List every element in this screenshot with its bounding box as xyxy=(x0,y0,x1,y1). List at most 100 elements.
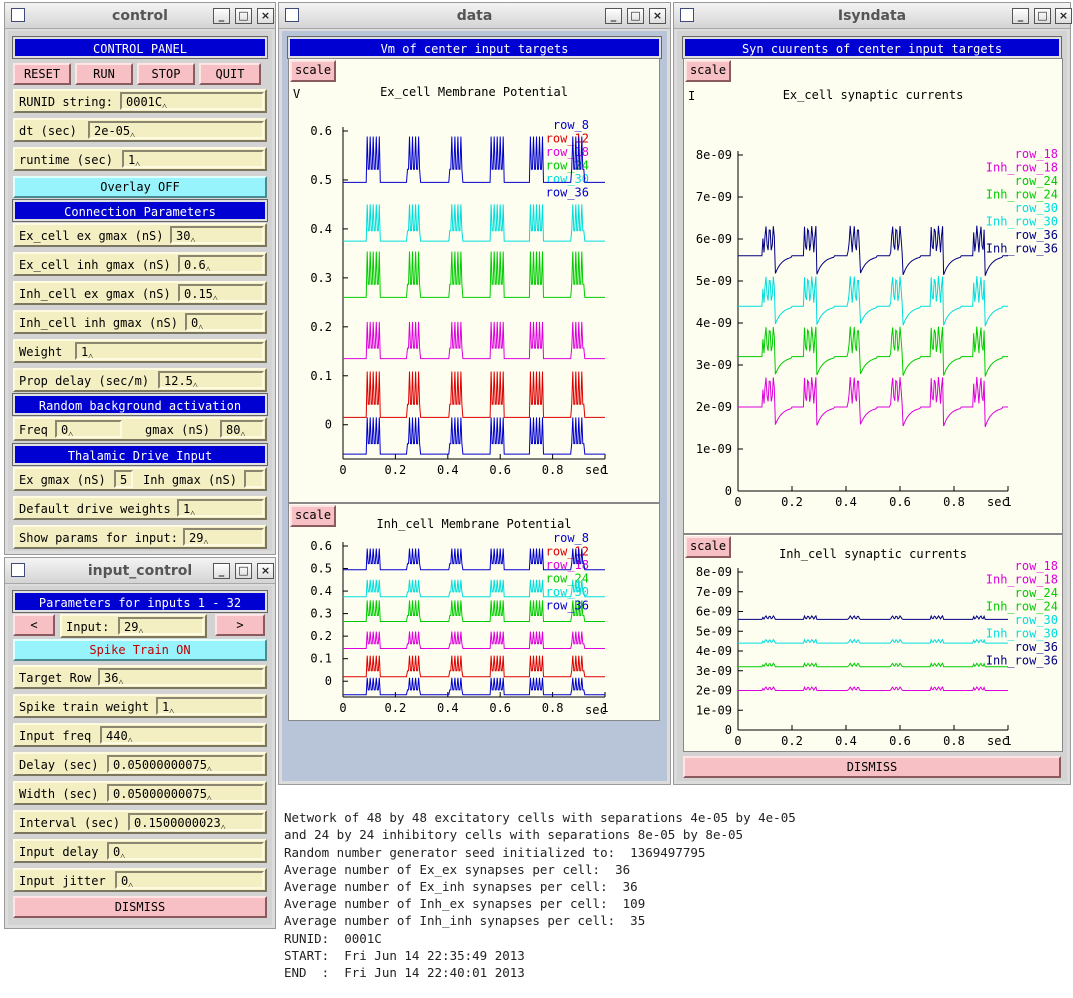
titlebar[interactable]: data _ □ × xyxy=(279,3,670,29)
window-title: input_control xyxy=(87,563,193,579)
param-field[interactable]: 0.05000000075△ xyxy=(107,784,264,802)
y-tick-label: 0.1 xyxy=(310,652,332,666)
input-field[interactable]: 29△ xyxy=(118,617,204,635)
dismiss-button[interactable]: DISMISS xyxy=(683,756,1061,778)
legend-entry: Inh_row_18 xyxy=(986,161,1058,175)
inh-gmax-field[interactable] xyxy=(244,470,264,488)
close-icon[interactable]: × xyxy=(257,8,274,24)
input-label: Input: xyxy=(66,620,110,634)
window-menu-icon[interactable] xyxy=(285,8,299,22)
titlebar[interactable]: input_control _ □ × xyxy=(5,558,275,584)
minimize-icon[interactable]: _ xyxy=(605,8,622,24)
terminal-line: Average number of Inh_ex synapses per ce… xyxy=(284,896,646,912)
conn-field[interactable]: 0△ xyxy=(185,313,264,331)
terminal-line: RUNID: 0001C xyxy=(284,930,382,946)
legend-entry: Inh_row_24 xyxy=(986,188,1058,202)
conn-label: Inh_cell ex gmax (nS) xyxy=(19,287,171,301)
prop-delay-row: Prop delay (sec/m) 12.5△ xyxy=(13,368,267,392)
window-menu-icon[interactable] xyxy=(11,8,25,22)
next-input-button[interactable]: > xyxy=(215,614,265,636)
conn-field[interactable]: 0.6△ xyxy=(178,255,264,273)
overlay-toggle[interactable]: Overlay OFF xyxy=(13,176,267,198)
maximize-icon[interactable]: □ xyxy=(235,563,252,579)
dismiss-button[interactable]: DISMISS xyxy=(13,896,267,918)
minimize-icon[interactable]: _ xyxy=(213,8,230,24)
y-tick-label: 0.5 xyxy=(310,173,332,187)
y-tick-label: 7e-09 xyxy=(696,585,732,599)
terminal-line: START: Fri Jun 14 22:35:49 2013 xyxy=(284,947,525,963)
titlebar[interactable]: Isyndata _ □ × xyxy=(674,3,1072,29)
param-field[interactable]: 440△ xyxy=(100,726,264,744)
y-tick-label: 3e-09 xyxy=(696,664,732,678)
drive-weights-field[interactable]: 1△ xyxy=(177,499,264,517)
conn-field[interactable]: 30△ xyxy=(170,226,264,244)
random-activation-title: Random background activation xyxy=(12,393,268,416)
legend-entry: row_36 xyxy=(1015,640,1058,654)
x-tick-label: 0.2 xyxy=(385,463,407,477)
maximize-icon[interactable]: □ xyxy=(235,8,252,24)
runid-label: RUNID string: xyxy=(19,95,113,109)
titlebar[interactable]: control _ □ × xyxy=(5,3,275,29)
close-icon[interactable]: × xyxy=(257,563,274,579)
series-line xyxy=(343,655,605,678)
ex-gmax-field[interactable]: 5 xyxy=(114,470,133,488)
terminal-output: Network of 48 by 48 excitatory cells wit… xyxy=(284,792,796,998)
legend-entry: Inh_row_36 xyxy=(986,654,1058,668)
isyn-body: Syn cuurents of center input targets sca… xyxy=(677,31,1067,781)
runtime-field[interactable]: 1△ xyxy=(122,150,264,168)
runid-field[interactable]: 0001C△ xyxy=(120,92,264,110)
param-row: Width (sec) 0.05000000075△ xyxy=(13,781,267,805)
series-line xyxy=(738,376,1008,428)
param-field[interactable]: 0△ xyxy=(107,842,264,860)
y-tick-label: 0.2 xyxy=(310,320,332,334)
prop-delay-field[interactable]: 12.5△ xyxy=(158,371,264,389)
close-icon[interactable]: × xyxy=(1055,8,1072,24)
y-tick-label: 1e-09 xyxy=(696,442,732,456)
series-line xyxy=(343,631,605,649)
conn-field[interactable]: 0.15△ xyxy=(178,284,264,302)
control-panel-title: CONTROL PANEL xyxy=(12,36,268,59)
series-line xyxy=(738,225,1008,276)
x-tick-label: 0 xyxy=(734,495,741,509)
show-params-field[interactable]: 29△ xyxy=(183,528,264,546)
dt-field[interactable]: 2e-05△ xyxy=(88,121,264,139)
minimize-icon[interactable]: _ xyxy=(1012,8,1029,24)
legend-entry: row_18 xyxy=(1015,559,1058,573)
y-tick-label: 5e-09 xyxy=(696,274,732,288)
run-button[interactable]: RUN xyxy=(75,63,133,85)
param-field[interactable]: 36△ xyxy=(98,668,264,686)
param-label: Input jitter xyxy=(19,874,106,888)
reset-button[interactable]: RESET xyxy=(13,63,71,85)
maximize-icon[interactable]: □ xyxy=(1034,8,1051,24)
maximize-icon[interactable]: □ xyxy=(627,8,644,24)
y-tick-label: 8e-09 xyxy=(696,148,732,162)
series-line xyxy=(738,614,1008,621)
prev-input-button[interactable]: < xyxy=(13,614,55,636)
weight-field[interactable]: 1△ xyxy=(75,342,264,360)
param-label: Interval (sec) xyxy=(19,816,121,830)
param-field[interactable]: 0△ xyxy=(115,871,264,889)
gmax-field[interactable]: 80△ xyxy=(220,420,264,438)
quit-button[interactable]: QUIT xyxy=(199,63,261,85)
param-field[interactable]: 0.05000000075△ xyxy=(107,755,264,773)
terminal-line: Average number of Ex_ex synapses per cel… xyxy=(284,861,631,877)
freq-field[interactable]: 0△ xyxy=(55,420,122,438)
stop-button[interactable]: STOP xyxy=(137,63,195,85)
legend-entry: row_30 xyxy=(1015,613,1058,627)
param-field[interactable]: 0.1500000023△ xyxy=(128,813,264,831)
y-tick-label: 8e-09 xyxy=(696,565,732,579)
freq-row: Freq 0△ gmax (nS) 80△ xyxy=(13,417,267,441)
x-tick-label: 0 xyxy=(339,463,346,477)
minimize-icon[interactable]: _ xyxy=(213,563,230,579)
y-tick-label: 1e-09 xyxy=(696,703,732,717)
window-menu-icon[interactable] xyxy=(680,8,694,22)
dt-label: dt (sec) xyxy=(19,124,77,138)
window-menu-icon[interactable] xyxy=(11,563,25,577)
y-tick-label: 4e-09 xyxy=(696,644,732,658)
close-icon[interactable]: × xyxy=(649,8,666,24)
param-label: Width (sec) xyxy=(19,787,99,801)
terminal-line: and 24 by 24 inhibitory cells with separ… xyxy=(284,827,744,843)
param-field[interactable]: 1△ xyxy=(156,697,264,715)
weight-row: Weight 1△ xyxy=(13,339,267,363)
spike-train-toggle[interactable]: Spike Train ON xyxy=(13,639,267,661)
